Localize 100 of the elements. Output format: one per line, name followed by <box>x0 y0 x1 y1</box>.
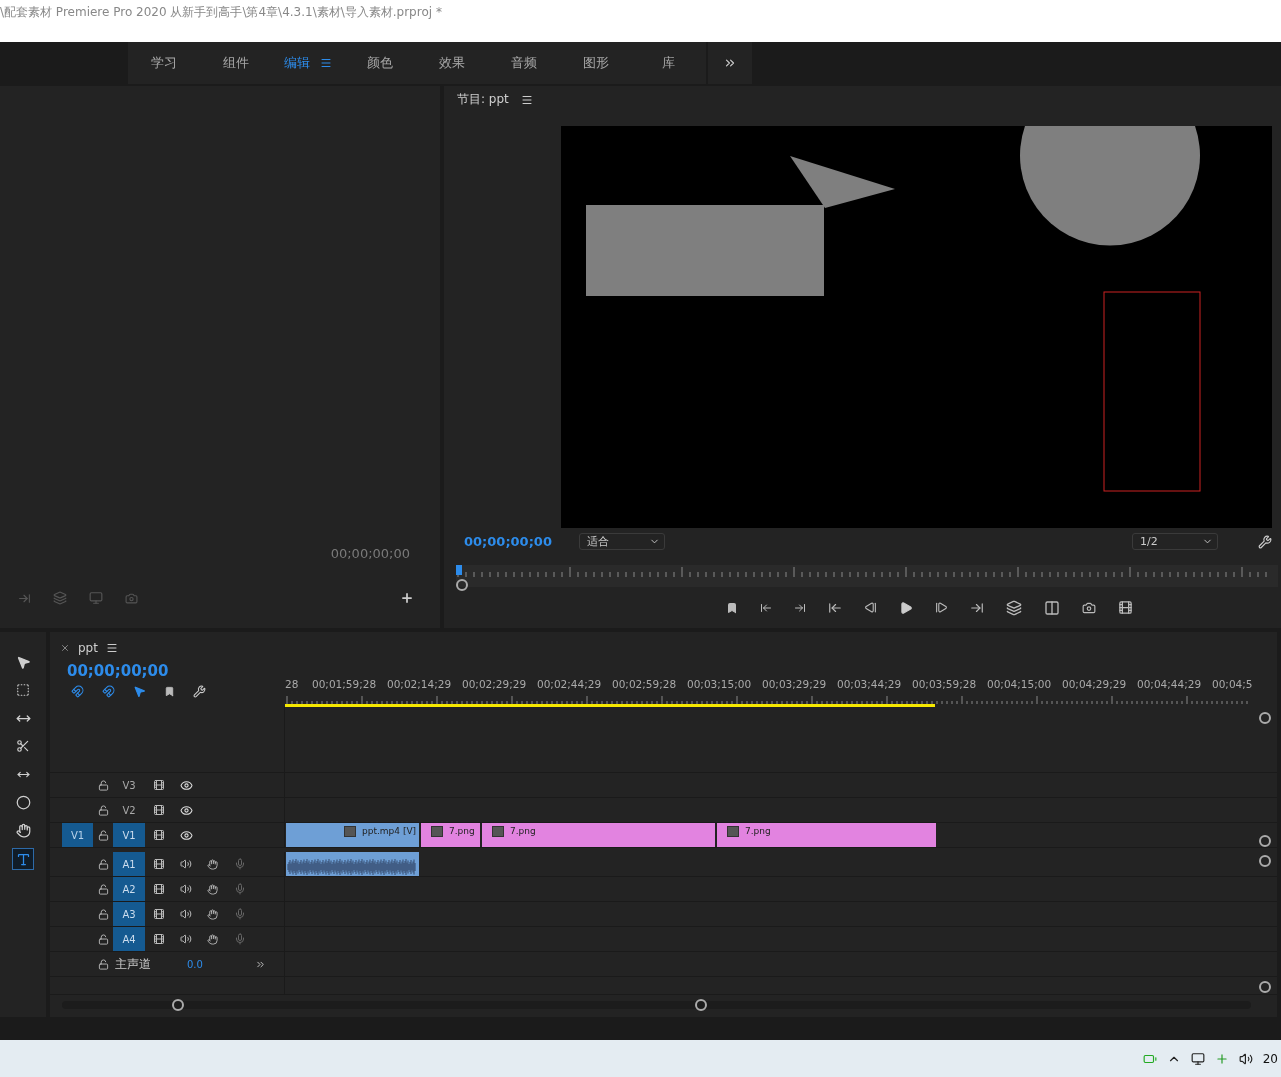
scroll-handle[interactable] <box>172 999 184 1011</box>
master-track-label: 主声道 <box>115 955 152 973</box>
wrench-icon[interactable] <box>1258 534 1272 549</box>
video-clip[interactable]: 7.png <box>717 823 936 847</box>
fx-icon <box>727 826 739 837</box>
zoom-dropdown[interactable]: 适合 <box>578 533 665 551</box>
workspace-tab[interactable]: 音频 <box>488 54 560 72</box>
ruler-label: 00;04;5 <box>1212 678 1252 690</box>
workspace-tab[interactable]: 学习 <box>128 54 200 72</box>
clip-name: ppt.mp4 [V] <box>362 826 417 836</box>
ruler-label: 00;01;59;28 <box>312 678 378 690</box>
eye-icon[interactable] <box>179 778 193 792</box>
ruler-label: 00;02;44;29 <box>537 678 603 690</box>
video-clip[interactable]: 7.png <box>421 823 480 847</box>
chevrons-right-icon <box>723 56 737 70</box>
go-to-in-icon[interactable] <box>828 600 842 615</box>
lock-icon[interactable] <box>97 958 109 970</box>
track-target[interactable]: A4 <box>113 927 145 951</box>
monitor-icon[interactable] <box>1190 1051 1205 1066</box>
master-volume-value[interactable]: 0.0 <box>187 958 255 970</box>
mark-out-icon[interactable] <box>794 601 806 614</box>
close-icon[interactable] <box>60 643 70 653</box>
ruler-label: 00;03;44;29 <box>837 678 903 690</box>
camera-icon[interactable] <box>1082 600 1096 615</box>
video-clip[interactable]: ppt.mp4 [V] <box>286 823 419 847</box>
clock: 20 <box>1262 1051 1278 1066</box>
lock-icon[interactable] <box>97 908 109 920</box>
workspace-tab[interactable]: 颜色 <box>344 54 416 72</box>
track-target[interactable]: V2 <box>113 798 145 822</box>
workspace-tab[interactable]: 库 <box>632 54 704 72</box>
marker-icon[interactable] <box>726 601 738 614</box>
ruler-label: 00;04;44;29 <box>1137 678 1203 690</box>
workspace-tab[interactable]: 编辑 <box>272 54 344 72</box>
step-back-icon[interactable] <box>864 601 877 615</box>
ruler-label: 00;04;15;00 <box>987 678 1053 690</box>
clip-name: 7.png <box>449 826 475 836</box>
step-forward-icon[interactable] <box>935 601 948 615</box>
menu-icon[interactable] <box>520 93 533 106</box>
play-icon[interactable] <box>899 600 913 615</box>
workspace-tab[interactable]: 效果 <box>416 54 488 72</box>
mark-in-icon[interactable] <box>760 601 772 614</box>
timeline-timecode[interactable]: 00;00;00;00 <box>67 662 285 680</box>
type-tool[interactable] <box>12 848 34 870</box>
mic-icon[interactable] <box>233 908 246 920</box>
track-target[interactable]: V1 <box>113 823 145 847</box>
wrench-icon[interactable] <box>193 684 206 698</box>
ruler-label: 00;03;15;00 <box>687 678 753 690</box>
fx-icon <box>431 826 443 837</box>
time-ruler[interactable]: 28 00;01;59;28 00;02;14;29 00;02;29;29 00;02;44;29 00;02;59;28 00;03;15;00 00;03;29;29 00;03;44;29 00;03;59;28 00;04;15;00 00;04;29;29 00;04;44;29 00;04;5 <box>285 662 1252 707</box>
video-clip[interactable]: 7.png <box>482 823 715 847</box>
track-target[interactable]: V3 <box>113 773 145 797</box>
playhead-handle[interactable] <box>456 564 462 575</box>
scroll-handle[interactable] <box>1259 712 1271 724</box>
mic-icon[interactable] <box>233 858 246 870</box>
add-button-icon[interactable] <box>400 591 414 605</box>
clip-name: 7.png <box>745 826 771 836</box>
ruler-label: 00;03;59;28 <box>912 678 978 690</box>
scroll-handle[interactable] <box>1259 855 1271 867</box>
lock-icon[interactable] <box>97 883 109 895</box>
lock-icon[interactable] <box>97 804 109 816</box>
scroll-handle[interactable] <box>1259 835 1271 847</box>
eye-icon[interactable] <box>179 803 193 817</box>
ruler-label: 00;03;29;29 <box>762 678 828 690</box>
clip-name: 7.png <box>510 826 536 836</box>
eye-icon[interactable] <box>179 828 193 842</box>
menu-icon[interactable] <box>320 57 332 69</box>
zoom-handle[interactable] <box>456 578 468 591</box>
source-timecode: 00;00;00;00 <box>330 545 410 561</box>
sequence-tab[interactable]: ppt <box>78 641 98 655</box>
lock-icon[interactable] <box>97 933 109 945</box>
window-title: \配套素材 Premiere Pro 2020 从新手到高手\第4章\4.3.1\素材\导入素材.prproj * <box>0 4 442 21</box>
track-target[interactable]: A1 <box>113 852 145 876</box>
lock-icon[interactable] <box>97 779 109 791</box>
fx-icon <box>344 826 356 837</box>
track-target[interactable]: A2 <box>113 877 145 901</box>
scroll-handle[interactable] <box>1259 981 1271 993</box>
track-target[interactable]: A3 <box>113 902 145 926</box>
ruler-label: 00;04;29;29 <box>1062 678 1128 690</box>
scroll-handle[interactable] <box>695 999 707 1011</box>
fx-icon <box>492 826 504 837</box>
type-icon <box>15 851 31 867</box>
marker-icon[interactable] <box>164 685 175 697</box>
ruler-label: 00;02;14;29 <box>387 678 453 690</box>
snap-icon[interactable] <box>102 684 115 698</box>
source-patch[interactable]: V1 <box>62 823 93 847</box>
horizontal-scrollbar[interactable] <box>62 1001 1251 1009</box>
ruler-label: 00;02;59;28 <box>612 678 678 690</box>
program-timecode[interactable]: 00;00;00;00 <box>464 534 552 550</box>
workspace-tab[interactable]: 图形 <box>560 54 632 72</box>
speaker-icon[interactable] <box>1238 1051 1253 1066</box>
go-to-out-icon[interactable] <box>970 600 984 615</box>
resolution-dropdown[interactable]: 1/2 <box>1132 533 1218 551</box>
ruler-label: 28 <box>285 678 300 690</box>
menu-icon[interactable] <box>105 642 118 654</box>
mic-icon[interactable] <box>233 933 246 945</box>
lock-icon[interactable] <box>97 829 109 841</box>
panel-title: 节目: ppt <box>457 91 509 109</box>
lock-icon[interactable] <box>97 858 109 870</box>
mic-icon[interactable] <box>233 883 246 895</box>
workspace-tab[interactable]: 组件 <box>200 54 272 72</box>
